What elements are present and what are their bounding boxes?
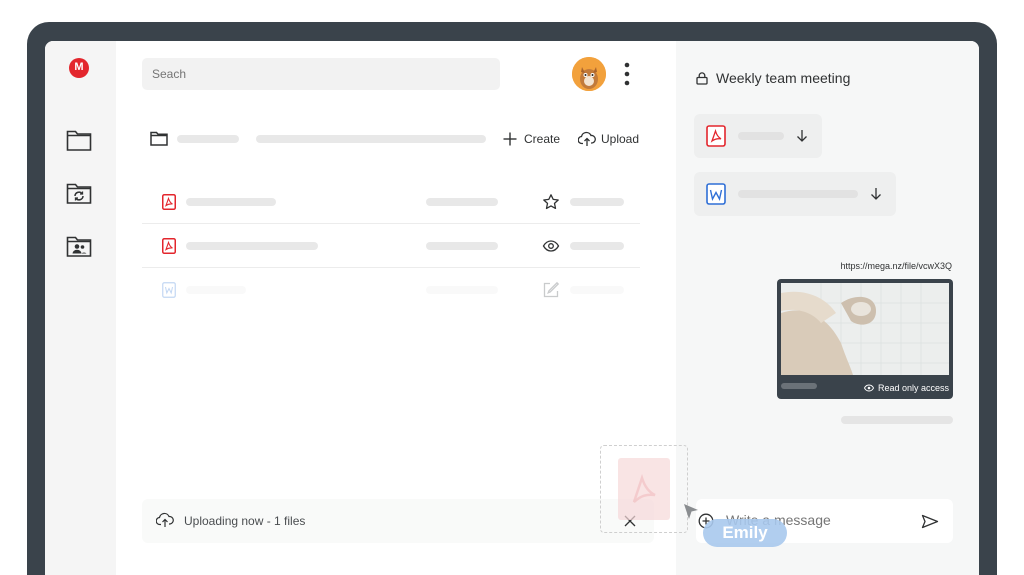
lock-icon	[696, 71, 708, 85]
pdf-file-icon	[706, 125, 726, 147]
plus-icon	[503, 132, 517, 146]
eye-icon[interactable]	[542, 237, 560, 255]
sidebar: M	[45, 41, 116, 575]
file-name-placeholder	[186, 286, 246, 294]
file-name-placeholder	[186, 242, 318, 250]
word-file-icon	[706, 183, 726, 205]
folder-icon[interactable]	[66, 128, 92, 152]
chat-title-text: Weekly team meeting	[716, 70, 851, 86]
upload-label: Upload	[601, 132, 640, 146]
file-name-placeholder	[186, 198, 276, 206]
chat-title: Weekly team meeting	[696, 70, 850, 86]
search-input[interactable]	[142, 58, 500, 90]
preview-name-placeholder	[781, 383, 817, 389]
star-icon[interactable]	[542, 193, 560, 211]
eye-icon	[863, 384, 874, 392]
cloud-upload-icon	[156, 512, 174, 527]
upload-status-bar: Uploading now - 1 files	[142, 499, 654, 543]
path-placeholder	[256, 135, 486, 143]
avatar-image	[572, 57, 606, 91]
attachment-pdf[interactable]	[694, 114, 822, 158]
breadcrumb-placeholder	[177, 135, 239, 143]
file-date-placeholder	[570, 242, 624, 250]
chat-panel: Weekly team meeting https://mega.nz/file…	[676, 41, 979, 575]
file-size-placeholder	[426, 286, 498, 294]
table-row[interactable]	[142, 268, 640, 312]
upload-status-text: Uploading now - 1 files	[184, 514, 306, 528]
cloud-upload-icon	[578, 131, 596, 146]
user-cursor-label: Emily	[703, 519, 787, 547]
app-window: M Seach Create Upload Uploading now - 1 …	[45, 41, 979, 575]
read-only-text: Read only access	[877, 383, 949, 393]
send-icon[interactable]	[921, 514, 939, 529]
shared-folder-icon[interactable]	[66, 234, 92, 258]
file-date-placeholder	[570, 286, 624, 294]
table-row[interactable]	[142, 180, 640, 224]
folder-icon	[150, 131, 168, 146]
read-only-badge: Read only access	[863, 383, 949, 393]
attachment-word[interactable]	[694, 172, 896, 216]
pdf-file-icon	[162, 238, 176, 254]
file-size-placeholder	[426, 198, 498, 206]
create-label: Create	[524, 132, 561, 146]
link-preview-card[interactable]: Read only access	[777, 279, 953, 399]
dragged-pdf-file[interactable]	[618, 458, 670, 520]
sync-folder-icon[interactable]	[66, 181, 92, 205]
mega-logo[interactable]: M	[69, 58, 89, 78]
file-browser: Create Upload	[116, 41, 676, 575]
avatar[interactable]	[572, 57, 606, 91]
table-row[interactable]	[142, 224, 640, 268]
pdf-file-icon	[162, 194, 176, 210]
create-button[interactable]: Create	[502, 128, 560, 150]
upload-button[interactable]: Upload	[578, 128, 639, 150]
more-menu-icon[interactable]	[622, 61, 632, 87]
logo-letter: M	[74, 61, 84, 73]
file-size-placeholder	[426, 242, 498, 250]
attachment-name-placeholder	[738, 190, 858, 198]
pdf-file-icon	[632, 473, 656, 503]
download-icon[interactable]	[796, 129, 808, 143]
word-file-icon	[162, 282, 176, 298]
attachment-name-placeholder	[738, 132, 784, 140]
shared-link[interactable]: https://mega.nz/file/vcwX3Q	[840, 261, 952, 271]
cursor-icon	[684, 504, 698, 519]
edit-icon[interactable]	[542, 281, 560, 299]
download-icon[interactable]	[870, 187, 882, 201]
message-placeholder-bar	[841, 416, 953, 424]
file-date-placeholder	[570, 198, 624, 206]
preview-image	[781, 283, 949, 375]
